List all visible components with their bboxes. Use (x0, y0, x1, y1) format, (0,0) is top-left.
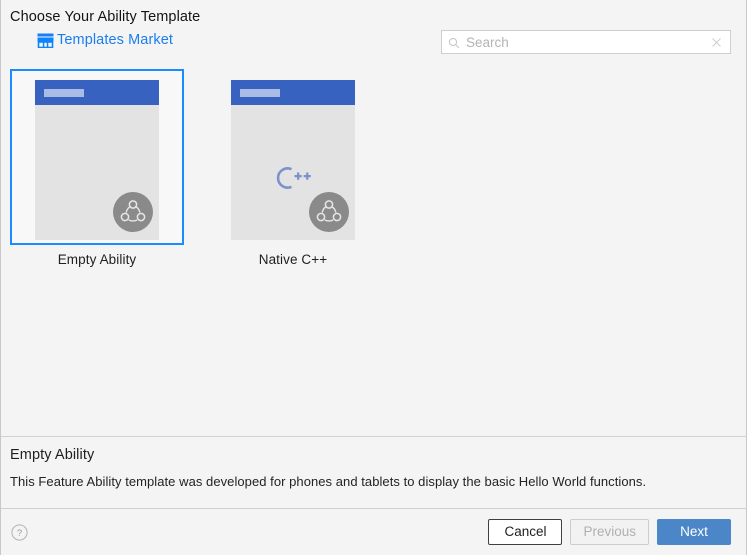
shop-icon (37, 33, 54, 48)
description-text: This Feature Ability template was develo… (10, 474, 647, 489)
description-title: Empty Ability (10, 447, 95, 463)
thumbnail-titlebar-pill (240, 88, 280, 97)
template-card-label: Empty Ability (57, 252, 137, 267)
dialog-footer: ? Cancel Previous Next (1, 508, 746, 555)
thumbnail-titlebar (231, 80, 355, 105)
search-box[interactable] (441, 30, 731, 54)
close-icon[interactable] (710, 36, 723, 49)
template-thumbnail (35, 80, 159, 240)
previous-button[interactable]: Previous (570, 519, 649, 545)
help-icon[interactable]: ? (11, 523, 28, 541)
harmonyos-badge-icon (113, 192, 153, 232)
templates-market-label: Templates Market (57, 32, 174, 48)
template-thumbnail-frame (206, 69, 380, 245)
thumbnail-titlebar-pill (44, 88, 84, 97)
template-grid: Empty Ability Native C++ (1, 69, 746, 267)
description-panel: Empty Ability This Feature Ability templ… (1, 436, 746, 508)
cancel-button[interactable]: Cancel (488, 519, 563, 545)
search-input[interactable] (460, 34, 710, 50)
template-area: Empty Ability Native C++ (1, 64, 746, 436)
harmonyos-badge-icon (309, 192, 349, 232)
thumbnail-body (231, 105, 355, 240)
templates-market-link[interactable]: Templates Market (37, 32, 173, 48)
thumbnail-body (35, 105, 159, 240)
choose-template-dialog: Choose Your Ability Template Templates M… (0, 0, 747, 555)
search-icon (448, 36, 460, 49)
template-thumbnail (231, 80, 355, 240)
template-card-empty-ability[interactable]: Empty Ability (10, 69, 184, 267)
toolbar: Templates Market (1, 30, 746, 64)
page-title: Choose Your Ability Template (10, 9, 201, 25)
next-button[interactable]: Next (657, 519, 731, 545)
template-thumbnail-frame (10, 69, 184, 245)
template-card-native-cpp[interactable]: Native C++ (206, 69, 380, 267)
template-card-label: Native C++ (258, 252, 328, 267)
thumbnail-titlebar (35, 80, 159, 105)
svg-text:?: ? (17, 528, 22, 539)
